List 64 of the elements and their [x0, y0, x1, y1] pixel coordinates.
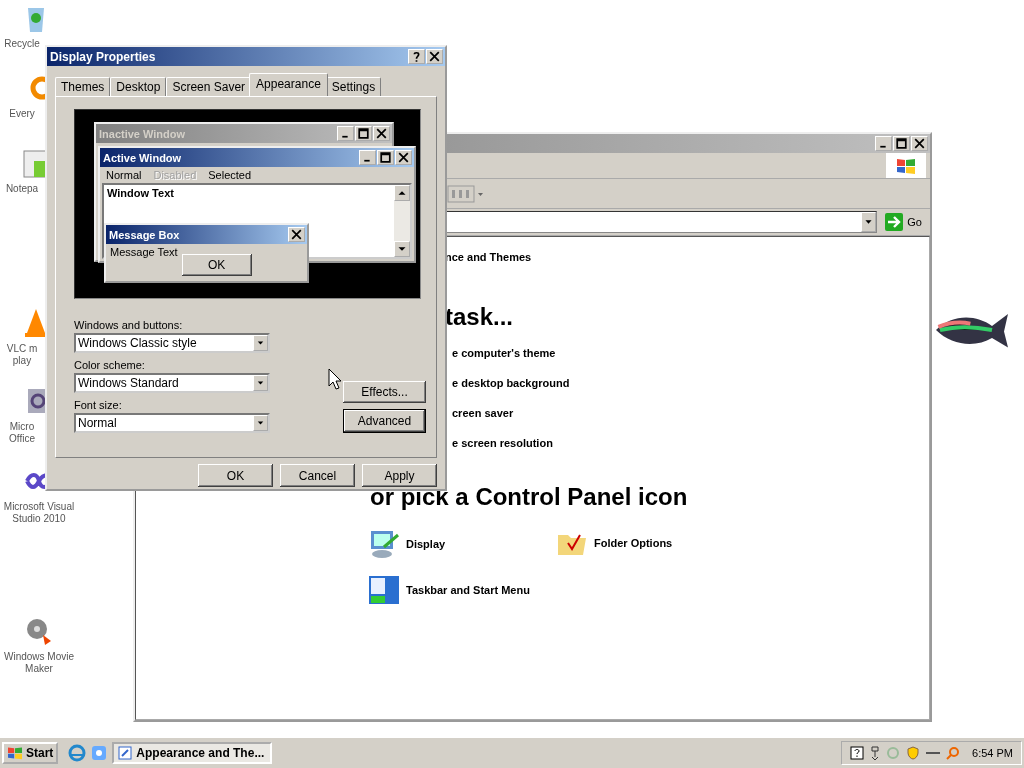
window-title: Active Window — [103, 151, 182, 164]
close-icon[interactable] — [288, 227, 305, 242]
task-link[interactable]: e computer's theme — [452, 347, 556, 359]
taskbar-task[interactable]: Appearance and The... — [112, 742, 273, 764]
tab[interactable]: Screen Saver — [166, 77, 252, 96]
network-icon[interactable] — [870, 745, 881, 761]
maximize-icon[interactable] — [893, 136, 910, 151]
task-link[interactable]: creen saver — [452, 407, 514, 419]
monitor-icon — [368, 529, 400, 559]
field-label: Windows and buttons: — [74, 319, 184, 331]
browser-icon[interactable] — [68, 744, 87, 762]
tab[interactable]: Desktop — [110, 77, 167, 96]
desktop-icon-label: Every — [8, 108, 36, 120]
window-icon — [118, 746, 133, 760]
start-button[interactable]: Start — [2, 742, 59, 764]
window-title: Inactive Window — [99, 127, 186, 140]
tab[interactable]: Settings — [325, 77, 382, 96]
dialog-button[interactable]: Cancel — [280, 464, 355, 487]
windows-logo-icon — [896, 156, 916, 175]
dialog-button[interactable]: Apply — [362, 464, 437, 487]
field-label: Font size: — [74, 399, 123, 411]
desktop-icon-label: VLC m play — [5, 343, 39, 367]
close-icon[interactable] — [373, 126, 390, 141]
close-icon[interactable] — [395, 150, 412, 165]
tab[interactable]: Appearance — [249, 73, 328, 96]
section-heading: task... — [445, 303, 514, 331]
clock: 6:54 PM — [972, 747, 1013, 759]
minimize-icon[interactable] — [875, 136, 892, 151]
minimize-icon[interactable] — [359, 150, 376, 165]
dialog-button[interactable]: OK — [198, 464, 273, 487]
arrow-icon — [885, 213, 904, 231]
go-button[interactable]: Go — [881, 213, 926, 231]
desktop-icon-label: Notepa — [4, 183, 40, 195]
window-grid-icon — [368, 575, 400, 605]
ok-button[interactable]: OK — [181, 254, 252, 276]
window-text: Window Text — [106, 186, 175, 201]
help-icon[interactable] — [850, 746, 865, 760]
shield-icon[interactable] — [906, 746, 921, 760]
desktop-icon-label: Recycle — [3, 38, 41, 50]
maximize-icon[interactable] — [377, 150, 394, 165]
control-panel-item[interactable]: Display — [368, 529, 446, 559]
minimize-icon[interactable] — [337, 126, 354, 141]
window-title: Message Box — [109, 228, 180, 241]
dropdown[interactable]: Windows Classic style — [74, 333, 270, 353]
close-icon[interactable] — [426, 49, 443, 64]
control-panel-item[interactable]: Folder Options — [556, 529, 673, 557]
tab[interactable]: Themes — [55, 77, 111, 96]
dropdown[interactable]: Windows Standard — [74, 373, 270, 393]
window-title: Display Properties — [50, 49, 156, 64]
task-link[interactable]: e desktop background — [452, 377, 570, 389]
field-label: Color scheme: — [74, 359, 146, 371]
dialog-button[interactable]: Effects... — [343, 381, 426, 403]
close-icon[interactable] — [911, 136, 928, 151]
desktop-icon-label: Windows Movie Maker — [3, 651, 75, 675]
windows-logo-icon — [7, 746, 23, 760]
message-text: Message Text — [110, 246, 178, 258]
desktop-icon-label: Microsoft Visual Studio 2010 — [2, 501, 76, 525]
mouse-cursor-icon — [328, 368, 342, 390]
desktop-icon-label: Micro Office — [8, 421, 36, 445]
control-panel-item[interactable]: Taskbar and Start Menu — [368, 575, 530, 605]
dialog-button[interactable]: Advanced — [343, 409, 426, 433]
dropdown[interactable]: Normal — [74, 413, 270, 433]
maximize-icon[interactable] — [355, 126, 372, 141]
task-link[interactable]: e screen resolution — [452, 437, 553, 449]
